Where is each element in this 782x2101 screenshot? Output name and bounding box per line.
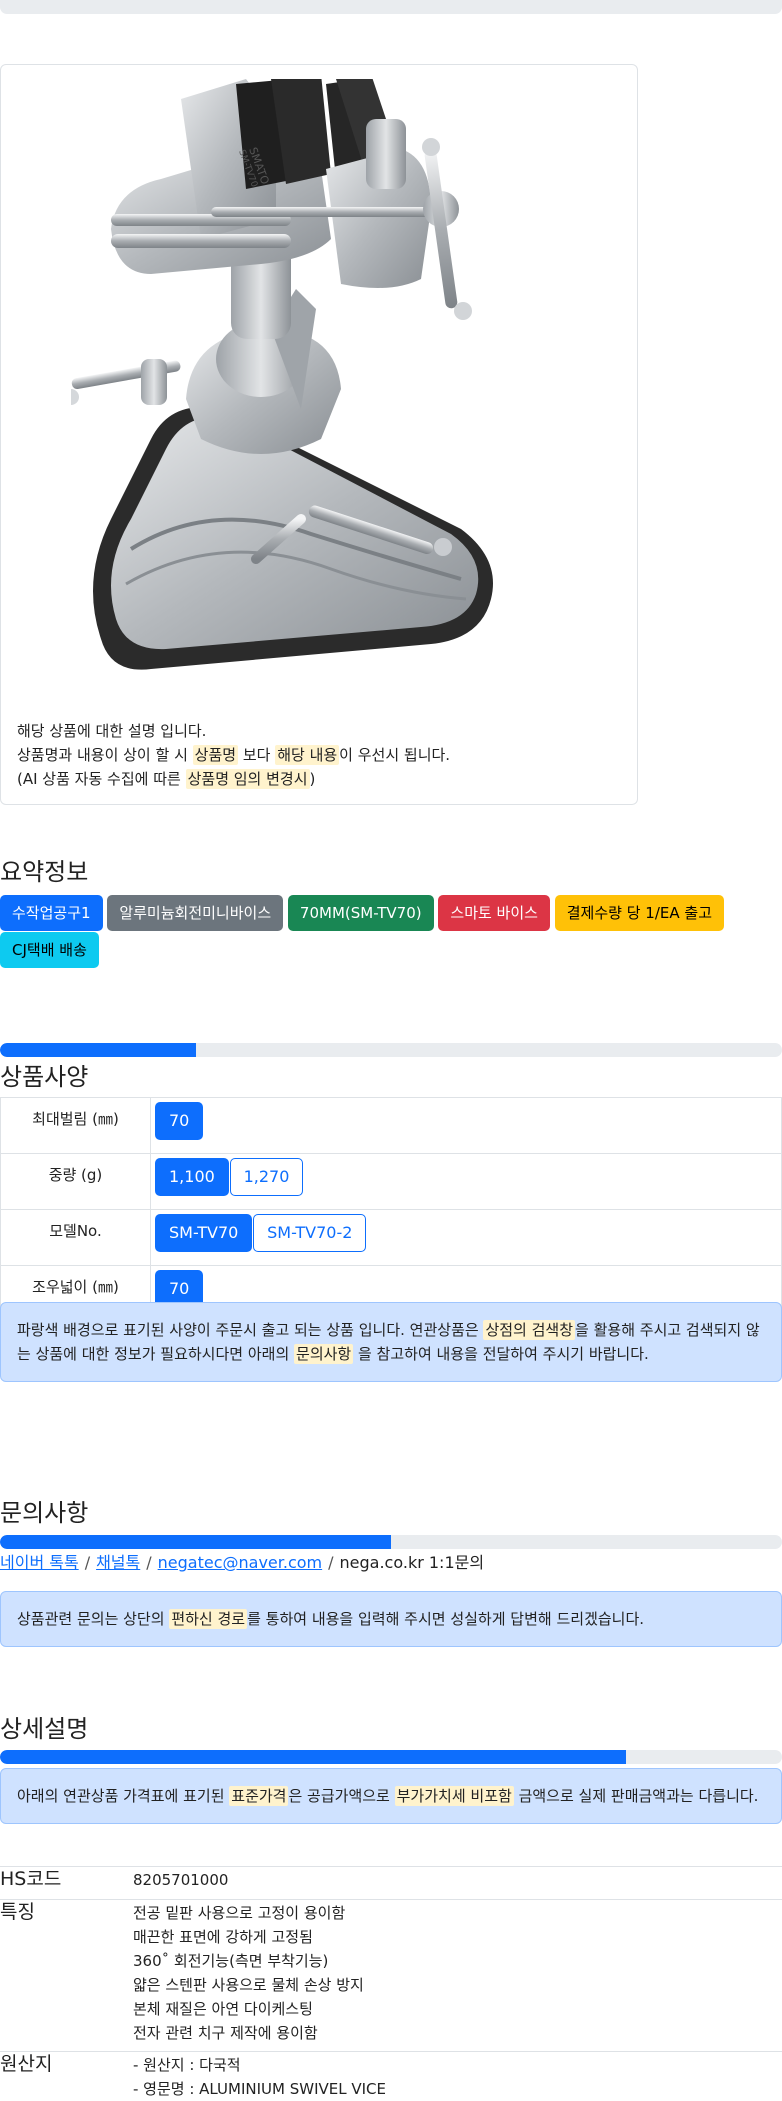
- inquiry-progress-fill: [0, 1535, 391, 1549]
- detail-progress-bar: [0, 1750, 782, 1764]
- detail-row-hs: HS코드 8205701000: [0, 1867, 782, 1900]
- tag-brand[interactable]: 스마토 바이스: [438, 895, 550, 931]
- highlight-content: 해당 내용: [275, 745, 339, 765]
- feature-item: 매끈한 표면에 강하게 고정됨: [133, 1925, 782, 1949]
- feature-item: 본체 재질은 아연 다이케스팅: [133, 1997, 782, 2021]
- summary-tags: 수작업공구1 알루미늄회전미니바이스 70MM(SM-TV70) 스마토 바이스…: [0, 895, 782, 969]
- product-card: SMATO SM-TV70 해당 상품에 대한 설명 입니다. 상품명과 내용이…: [0, 64, 638, 805]
- summary-title: 요약정보: [0, 852, 88, 887]
- spec-key: 중량 (g): [1, 1154, 151, 1210]
- detail-key-hs: HS코드: [0, 1867, 133, 1900]
- card-line-2: 상품명과 내용이 상이 할 시 상품명 보다 해당 내용이 우선시 됩니다.: [17, 743, 450, 767]
- origin-item: - 원산지 : 다국적: [133, 2053, 782, 2077]
- inquiry-notice: 상품관련 문의는 상단의 편하신 경로를 통하여 내용을 입력해 주시면 성실하…: [0, 1591, 782, 1647]
- link-email[interactable]: negatec@naver.com: [158, 1553, 322, 1572]
- spec-option-1270[interactable]: 1,270: [230, 1158, 304, 1196]
- detail-title: 상세설명: [0, 1709, 88, 1744]
- detail-row-origin: 원산지 - 원산지 : 다국적 - 영문명 : ALUMINIUM SWIVEL…: [0, 2052, 782, 2101]
- detail-row-features: 특징 전공 밑판 사용으로 고정이 용이함 매끈한 표면에 강하게 고정됨 36…: [0, 1900, 782, 2052]
- spec-key: 모델No.: [1, 1210, 151, 1266]
- text-site-inquiry: nega.co.kr 1:1문의: [340, 1553, 485, 1572]
- spec-progress-fill: [0, 1043, 196, 1057]
- detail-value-features: 전공 밑판 사용으로 고정이 용이함 매끈한 표면에 강하게 고정됨 360˚ …: [133, 1900, 782, 2052]
- spec-option-1100[interactable]: 1,100: [155, 1158, 229, 1196]
- detail-value-hs: 8205701000: [133, 1867, 782, 1900]
- card-line-3: (AI 상품 자동 수집에 따른 상품명 임의 변경시): [17, 767, 450, 791]
- tag-delivery[interactable]: CJ택배 배송: [0, 932, 99, 968]
- spec-key: 최대벌림 (㎜): [1, 1098, 151, 1154]
- highlight-vat: 부가가치세 비포함: [395, 1786, 514, 1806]
- detail-value-origin: - 원산지 : 다국적 - 영문명 : ALUMINIUM SWIVEL VIC…: [133, 2052, 782, 2101]
- spec-option-sm-tv70[interactable]: SM-TV70: [155, 1214, 252, 1252]
- detail-progress-fill: [0, 1750, 626, 1764]
- spec-row-model: 모델No. SM-TV70 SM-TV70-2: [1, 1210, 782, 1266]
- inquiry-links: 네이버 톡톡/채널톡/negatec@naver.com/nega.co.kr …: [0, 1549, 484, 1573]
- highlight-product-name: 상품명: [193, 745, 238, 765]
- feature-item: 전공 밑판 사용으로 고정이 용이함: [133, 1901, 782, 1925]
- spec-row-weight: 중량 (g) 1,100 1,270: [1, 1154, 782, 1210]
- inquiry-progress-bar: [0, 1535, 782, 1549]
- detail-key-origin: 원산지: [0, 2052, 133, 2101]
- spec-option-sm-tv70-2[interactable]: SM-TV70-2: [253, 1214, 366, 1252]
- link-naver-talk[interactable]: 네이버 톡톡: [0, 1553, 79, 1572]
- spec-progress-bar: [0, 1043, 782, 1057]
- spec-table: 최대벌림 (㎜) 70 중량 (g) 1,100 1,270 모델No. SM-…: [0, 1097, 782, 1322]
- detail-key-features: 특징: [0, 1900, 133, 2052]
- tag-product-type[interactable]: 알루미늄회전미니바이스: [107, 895, 283, 931]
- card-description: 해당 상품에 대한 설명 입니다. 상품명과 내용이 상이 할 시 상품명 보다…: [17, 719, 450, 791]
- inquiry-title: 문의사항: [0, 1493, 88, 1528]
- detail-table: HS코드 8205701000 특징 전공 밑판 사용으로 고정이 용이함 매끈…: [0, 1866, 782, 2101]
- feature-item: 얇은 스텐판 사용으로 물체 손상 방지: [133, 1973, 782, 1997]
- detail-notice: 아래의 연관상품 가격표에 표기된 표준가격은 공급가액으로 부가가치세 비포함…: [0, 1768, 782, 1824]
- highlight-search: 상점의 검색창: [483, 1320, 575, 1340]
- top-progress-bar: [0, 0, 782, 14]
- tag-category[interactable]: 수작업공구1: [0, 895, 103, 931]
- card-line-1: 해당 상품에 대한 설명 입니다.: [17, 719, 450, 743]
- link-channel-talk[interactable]: 채널톡: [96, 1553, 140, 1572]
- highlight-name-change: 상품명 임의 변경시: [186, 769, 310, 789]
- highlight-standard-price: 표준가격: [229, 1786, 288, 1806]
- tag-shipping-qty[interactable]: 결제수량 당 1/EA 출고: [555, 895, 724, 931]
- highlight-inquiry: 문의사항: [294, 1344, 353, 1364]
- feature-item: 전자 관련 치구 제작에 용이함: [133, 2021, 782, 2045]
- origin-item: - 영문명 : ALUMINIUM SWIVEL VICE: [133, 2077, 782, 2101]
- highlight-path: 편하신 경로: [169, 1609, 247, 1629]
- spec-title: 상품사양: [0, 1057, 88, 1092]
- product-image-vise: SMATO SM-TV70: [71, 79, 571, 699]
- tag-model[interactable]: 70MM(SM-TV70): [288, 895, 434, 931]
- spec-notice: 파랑색 배경으로 표기된 사양이 주문시 출고 되는 상품 입니다. 연관상품은…: [0, 1302, 782, 1382]
- feature-item: 360˚ 회전기능(측면 부착기능): [133, 1949, 782, 1973]
- spec-row-max-opening: 최대벌림 (㎜) 70: [1, 1098, 782, 1154]
- spec-option-70[interactable]: 70: [155, 1102, 203, 1140]
